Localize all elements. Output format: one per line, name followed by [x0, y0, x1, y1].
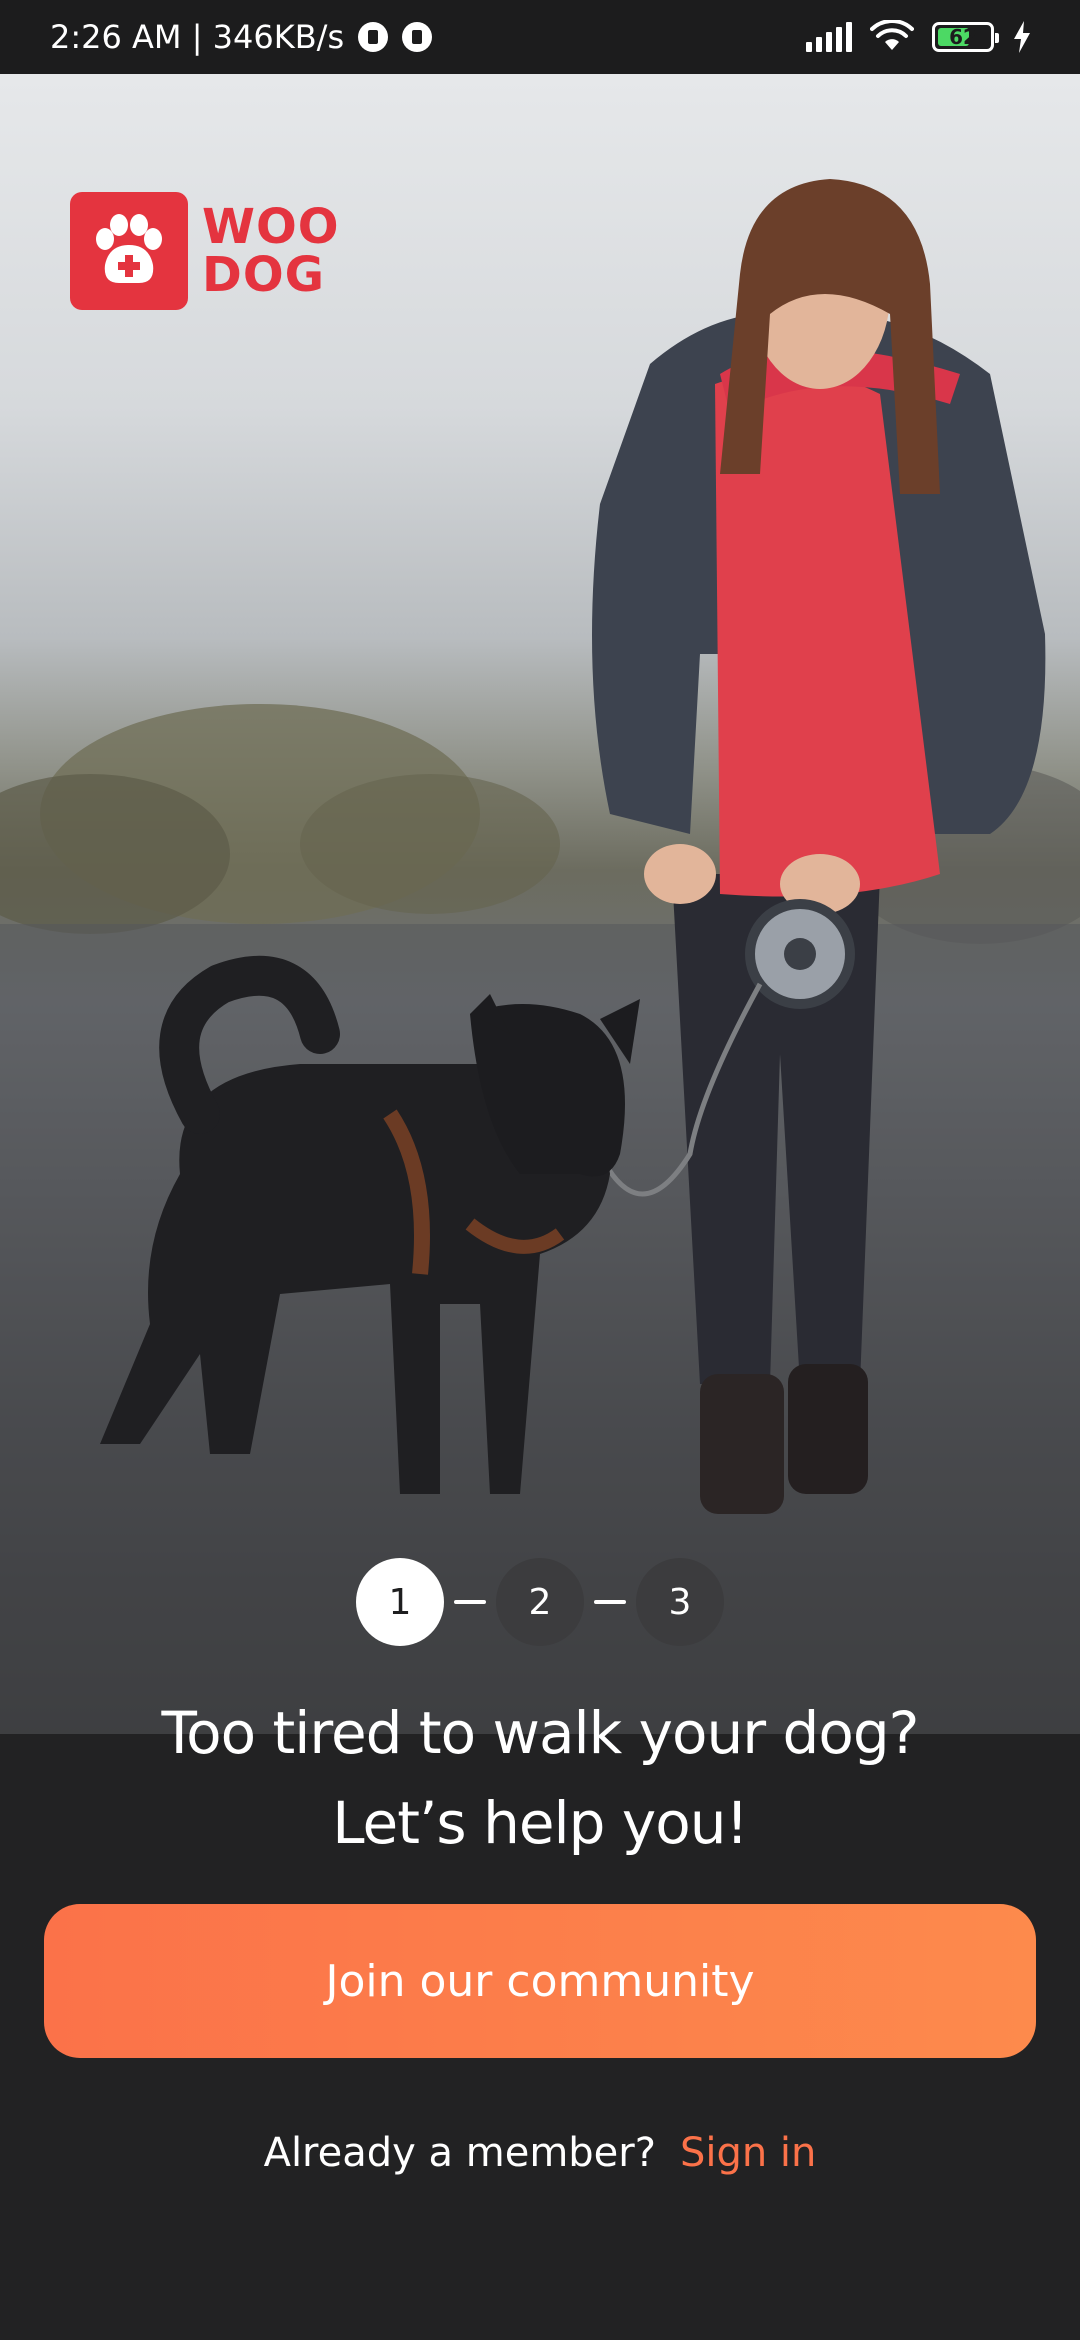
- signin-prompt: Already a member?: [263, 2130, 656, 2176]
- status-time-speed: 2:26 AM | 346KB/s: [50, 18, 345, 56]
- paw-logo-icon: [70, 192, 188, 310]
- onboarding-headline: Too tired to walk your dog? Let’s help y…: [0, 1688, 1080, 1868]
- headline-line-2: Let’s help you!: [332, 1789, 748, 1857]
- hero-image: [0, 74, 1080, 1734]
- app-logo: WOO DOG: [70, 192, 340, 310]
- signal-icon: [806, 22, 852, 52]
- onboarding-stepper: 1 2 3: [0, 1558, 1080, 1646]
- status-bar: 2:26 AM | 346KB/s 62: [0, 0, 1080, 74]
- logo-line-2: DOG: [202, 247, 326, 303]
- battery-icon: 62: [932, 22, 999, 52]
- step-1[interactable]: 1: [356, 1558, 444, 1646]
- step-2[interactable]: 2: [496, 1558, 584, 1646]
- hero-illustration: [0, 179, 1080, 1734]
- logo-wordmark: WOO DOG: [202, 203, 340, 299]
- app-notification-icon: [402, 22, 433, 52]
- signin-row: Already a member? Sign in: [0, 2130, 1080, 2176]
- signin-link[interactable]: Sign in: [680, 2130, 816, 2176]
- status-right: 62: [806, 20, 1032, 54]
- battery-level: 62: [949, 25, 977, 49]
- join-community-button[interactable]: Join our community: [44, 1904, 1036, 2058]
- status-left: 2:26 AM | 346KB/s: [50, 18, 433, 56]
- paw-icon: [96, 214, 162, 283]
- headline-line-1: Too tired to walk your dog?: [161, 1699, 920, 1767]
- charging-icon: [1014, 21, 1030, 53]
- step-separator: [454, 1600, 486, 1604]
- app-notification-icon: [358, 22, 389, 52]
- wifi-icon: [870, 20, 914, 50]
- step-separator: [594, 1600, 626, 1604]
- step-3[interactable]: 3: [636, 1558, 724, 1646]
- logo-line-1: WOO: [202, 199, 340, 255]
